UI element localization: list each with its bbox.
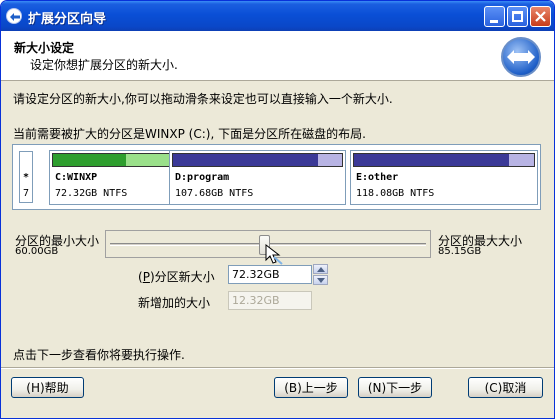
partition-d[interactable]: D:program 107.68GB NTFS — [169, 150, 346, 205]
title-bar[interactable]: 扩展分区向导 — [1, 1, 554, 31]
max-size-value: 85.15GB — [438, 246, 482, 257]
partition-usage-fill — [53, 154, 127, 166]
wizard-header: 新大小设定 设定你想扩展分区的新大小. — [1, 31, 554, 81]
new-size-accesskey: P — [142, 270, 150, 284]
app-icon — [6, 8, 22, 24]
disk-marker: * — [23, 172, 30, 183]
partition-name: C:WINXP — [55, 172, 98, 183]
partition-name: D:program — [175, 172, 230, 183]
partition-info: 118.08GB NTFS — [356, 188, 435, 199]
footer-instruction: 点击下一步查看你将要执行操作. — [13, 348, 185, 362]
new-size-label: (P)分区新大小 — [138, 268, 215, 285]
arrow-up-icon — [317, 267, 325, 272]
close-icon — [535, 11, 546, 22]
arrow-down-icon — [317, 278, 325, 283]
disk-number: * 7 — [19, 151, 33, 203]
header-subtitle: 设定你想扩展分区的新大小. — [30, 58, 178, 72]
min-size-value: 60.00GB — [15, 246, 59, 257]
added-size-field — [228, 291, 312, 310]
added-size-label: 新增加的大小 — [138, 296, 211, 310]
new-size-label-suffix: )分区新大小 — [149, 270, 215, 284]
partition-usage-fill — [354, 154, 509, 166]
help-button[interactable]: (H)帮助 — [11, 377, 84, 398]
window-title: 扩展分区向导 — [28, 12, 107, 27]
partition-name: E:other — [356, 172, 399, 183]
wizard-window: 扩展分区向导 新大小设定 设定你想扩展分区的新大小. 请设定分区的新大小,你可以… — [0, 0, 555, 419]
partition-e[interactable]: E:other 118.08GB NTFS — [350, 150, 538, 205]
partition-c[interactable]: C:WINXP 72.32GB NTFS — [49, 150, 173, 205]
mouse-cursor-icon — [265, 244, 283, 265]
spin-up-button[interactable] — [313, 264, 328, 274]
layout-caption: 当前需要被扩大的分区是WINXP (C:), 下面是分区所在磁盘的布局. — [13, 127, 366, 141]
partition-usage-bar — [52, 153, 170, 167]
new-size-input[interactable] — [228, 265, 312, 284]
cancel-button[interactable]: (C)取消 — [468, 377, 543, 398]
expand-partition-icon — [501, 37, 541, 77]
close-button[interactable] — [530, 6, 551, 27]
back-button[interactable]: (B)上一步 — [274, 377, 348, 398]
partition-usage-fill — [173, 154, 319, 166]
spin-down-button[interactable] — [313, 275, 328, 285]
header-title: 新大小设定 — [14, 41, 75, 55]
partition-info: 107.68GB NTFS — [175, 188, 254, 199]
disk-layout-panel: * 7 C:WINXP 72.32GB NTFS D:program 107.6… — [12, 144, 541, 210]
minimize-button[interactable] — [484, 6, 505, 27]
partition-usage-bar — [172, 153, 343, 167]
partition-info: 72.32GB NTFS — [55, 188, 128, 199]
footer-divider — [1, 367, 554, 369]
maximize-button[interactable] — [507, 6, 528, 27]
new-size-spinner[interactable] — [313, 264, 328, 285]
partition-usage-bar — [353, 153, 535, 167]
intro-text: 请设定分区的新大小,你可以拖动滑条来设定也可以直接输入一个新大小. — [13, 92, 393, 106]
next-button[interactable]: (N)下一步 — [358, 377, 432, 398]
disk-index: 7 — [23, 188, 30, 199]
